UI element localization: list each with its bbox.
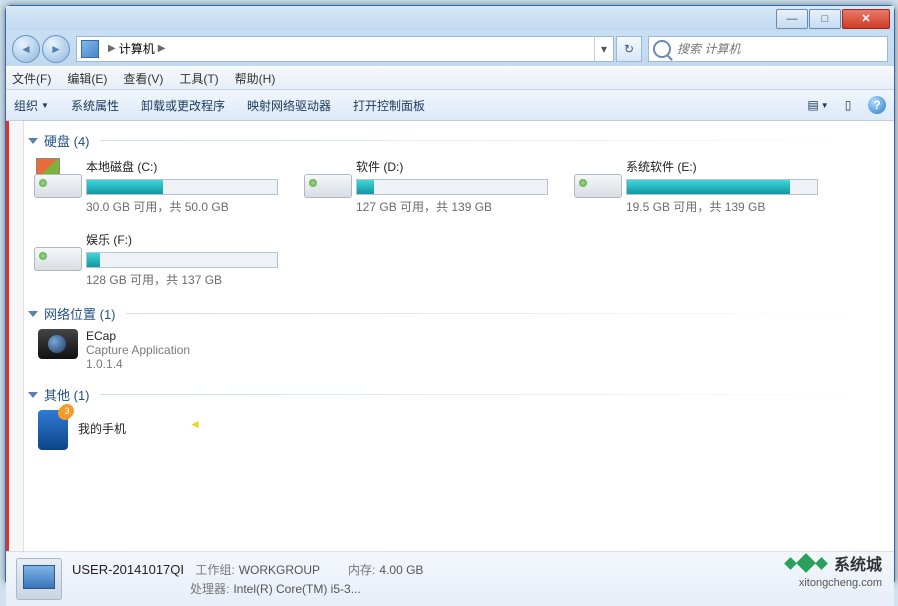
- address-row: ◄ ► ▶ 计算机 ▶ ▾ ↻: [6, 31, 894, 66]
- body: 硬盘 (4) 本地磁盘 (C:) 30.0 GB 可用，共 50.0 GB 软件 (…: [6, 121, 894, 551]
- drive-stat: 19.5 GB 可用，共 139 GB: [626, 198, 828, 215]
- breadcrumb[interactable]: ▶ 计算机 ▶ ▾: [76, 36, 614, 62]
- refresh-button[interactable]: ↻: [616, 36, 642, 62]
- drive-stat: 128 GB 可用，共 137 GB: [86, 271, 288, 288]
- drive-icon: [574, 158, 620, 198]
- drive-icon: [304, 158, 350, 198]
- tb-uninstall[interactable]: 卸载或更改程序: [141, 97, 225, 114]
- menu-view[interactable]: 查看(V): [123, 70, 163, 87]
- details-computer-name: USER-20141017QI: [72, 562, 184, 577]
- breadcrumb-sep-icon: ▶: [108, 43, 116, 54]
- breadcrumb-sep-icon: ▶: [158, 43, 166, 54]
- details-label: 处理器:: [190, 582, 229, 596]
- menu-tools[interactable]: 工具(T): [179, 70, 218, 87]
- chevron-down-icon: ▼: [41, 101, 49, 110]
- camera-icon: [38, 329, 78, 359]
- drive-name: 娱乐 (F:): [86, 231, 288, 248]
- drive-name: 系统软件 (E:): [626, 158, 828, 175]
- drive-item[interactable]: 系统软件 (E:) 19.5 GB 可用，共 139 GB: [574, 158, 828, 215]
- breadcrumb-dropdown[interactable]: ▾: [594, 37, 613, 61]
- search-input[interactable]: [675, 41, 879, 57]
- tb-system-properties[interactable]: 系统属性: [71, 97, 119, 114]
- tb-help-button[interactable]: ?: [868, 96, 886, 114]
- menu-edit[interactable]: 编辑(E): [67, 70, 107, 87]
- cursor-icon: ◄: [189, 417, 201, 431]
- net-item-desc: Capture Application: [86, 343, 190, 357]
- group-title: 网络位置 (1): [44, 304, 116, 323]
- details-memory: 4.00 GB: [379, 563, 423, 577]
- maximize-button[interactable]: □: [809, 9, 841, 29]
- phone-icon: 3: [38, 410, 68, 450]
- nav-pane[interactable]: [6, 121, 24, 551]
- group-title: 硬盘 (4): [44, 131, 90, 150]
- net-item-name: ECap: [86, 329, 190, 343]
- drive-stat: 127 GB 可用，共 139 GB: [356, 198, 558, 215]
- drive-name: 软件 (D:): [356, 158, 558, 175]
- nav-back-button[interactable]: ◄: [12, 35, 40, 63]
- group-title: 其他 (1): [44, 385, 90, 404]
- drive-icon: [34, 158, 80, 198]
- close-icon: ✕: [861, 14, 870, 25]
- drive-stat: 30.0 GB 可用，共 50.0 GB: [86, 198, 288, 215]
- usage-bar: [86, 179, 278, 195]
- collapse-icon: [28, 138, 38, 144]
- group-header-net[interactable]: 网络位置 (1): [24, 298, 894, 325]
- content-pane: 硬盘 (4) 本地磁盘 (C:) 30.0 GB 可用，共 50.0 GB 软件 (…: [24, 121, 894, 551]
- breadcrumb-item[interactable]: 计算机: [119, 40, 155, 57]
- tb-organize[interactable]: 组织▼: [14, 97, 49, 114]
- minimize-icon: —: [787, 14, 798, 25]
- usage-bar: [626, 179, 818, 195]
- menu-file[interactable]: 文件(F): [12, 70, 51, 87]
- collapse-icon: [28, 311, 38, 317]
- refresh-icon: ↻: [624, 42, 634, 56]
- titlebar: — □ ✕: [6, 6, 894, 31]
- search-box[interactable]: [648, 36, 888, 62]
- details-pane: USER-20141017QI 工作组: WORKGROUP 内存: 4.00 GB…: [6, 551, 894, 606]
- menu-help[interactable]: 帮助(H): [235, 70, 276, 87]
- drive-item[interactable]: 软件 (D:) 127 GB 可用，共 139 GB: [304, 158, 558, 215]
- search-icon: [653, 40, 671, 58]
- usage-bar: [356, 179, 548, 195]
- details-label: 工作组:: [195, 563, 234, 577]
- chevron-down-icon: ▾: [601, 42, 607, 56]
- tb-preview-pane-button[interactable]: ▯: [836, 96, 860, 114]
- minimize-button[interactable]: —: [776, 9, 808, 29]
- toolbar: 组织▼ 系统属性 卸载或更改程序 映射网络驱动器 打开控制面板 ▤▼ ▯ ?: [6, 90, 894, 121]
- details-cpu: Intel(R) Core(TM) i5-3...: [233, 582, 360, 596]
- drive-name: 本地磁盘 (C:): [86, 158, 288, 175]
- network-item[interactable]: ECapCapture Application1.0.1.4: [38, 329, 894, 371]
- drive-item[interactable]: 本地磁盘 (C:) 30.0 GB 可用，共 50.0 GB: [34, 158, 288, 215]
- tb-control-panel[interactable]: 打开控制面板: [353, 97, 425, 114]
- drive-icon: [34, 231, 80, 271]
- details-label: 内存:: [348, 563, 375, 577]
- tb-map-drive[interactable]: 映射网络驱动器: [247, 97, 331, 114]
- group-header-other[interactable]: 其他 (1): [24, 379, 894, 406]
- menubar: 文件(F) 编辑(E) 查看(V) 工具(T) 帮助(H): [6, 66, 894, 90]
- watermark-text: 系统城: [834, 551, 882, 575]
- watermark: 系统城: [784, 551, 882, 575]
- group-header-hdd[interactable]: 硬盘 (4): [24, 125, 894, 152]
- maximize-icon: □: [822, 14, 829, 25]
- drives-container: 本地磁盘 (C:) 30.0 GB 可用，共 50.0 GB 软件 (D:) 127 …: [24, 152, 894, 298]
- collapse-icon: [28, 392, 38, 398]
- explorer-window: — □ ✕ ◄ ► ▶ 计算机 ▶ ▾ ↻ 文件(F) 编辑(E) 查看(V) …: [5, 5, 895, 582]
- net-item-version: 1.0.1.4: [86, 357, 190, 371]
- usage-bar: [86, 252, 278, 268]
- nav-forward-button[interactable]: ►: [42, 35, 70, 63]
- drive-item[interactable]: 娱乐 (F:) 128 GB 可用，共 137 GB: [34, 231, 288, 288]
- other-item-name: 我的手机: [78, 420, 126, 437]
- details-workgroup: WORKGROUP: [239, 563, 320, 577]
- computer-icon: [81, 40, 99, 58]
- watermark-url: xitongcheng.com: [799, 577, 882, 589]
- tb-view-button[interactable]: ▤▼: [806, 96, 830, 114]
- badge: 3: [60, 404, 74, 418]
- close-button[interactable]: ✕: [842, 9, 890, 29]
- other-item[interactable]: 3 我的手机: [38, 410, 894, 450]
- computer-icon: [16, 558, 62, 600]
